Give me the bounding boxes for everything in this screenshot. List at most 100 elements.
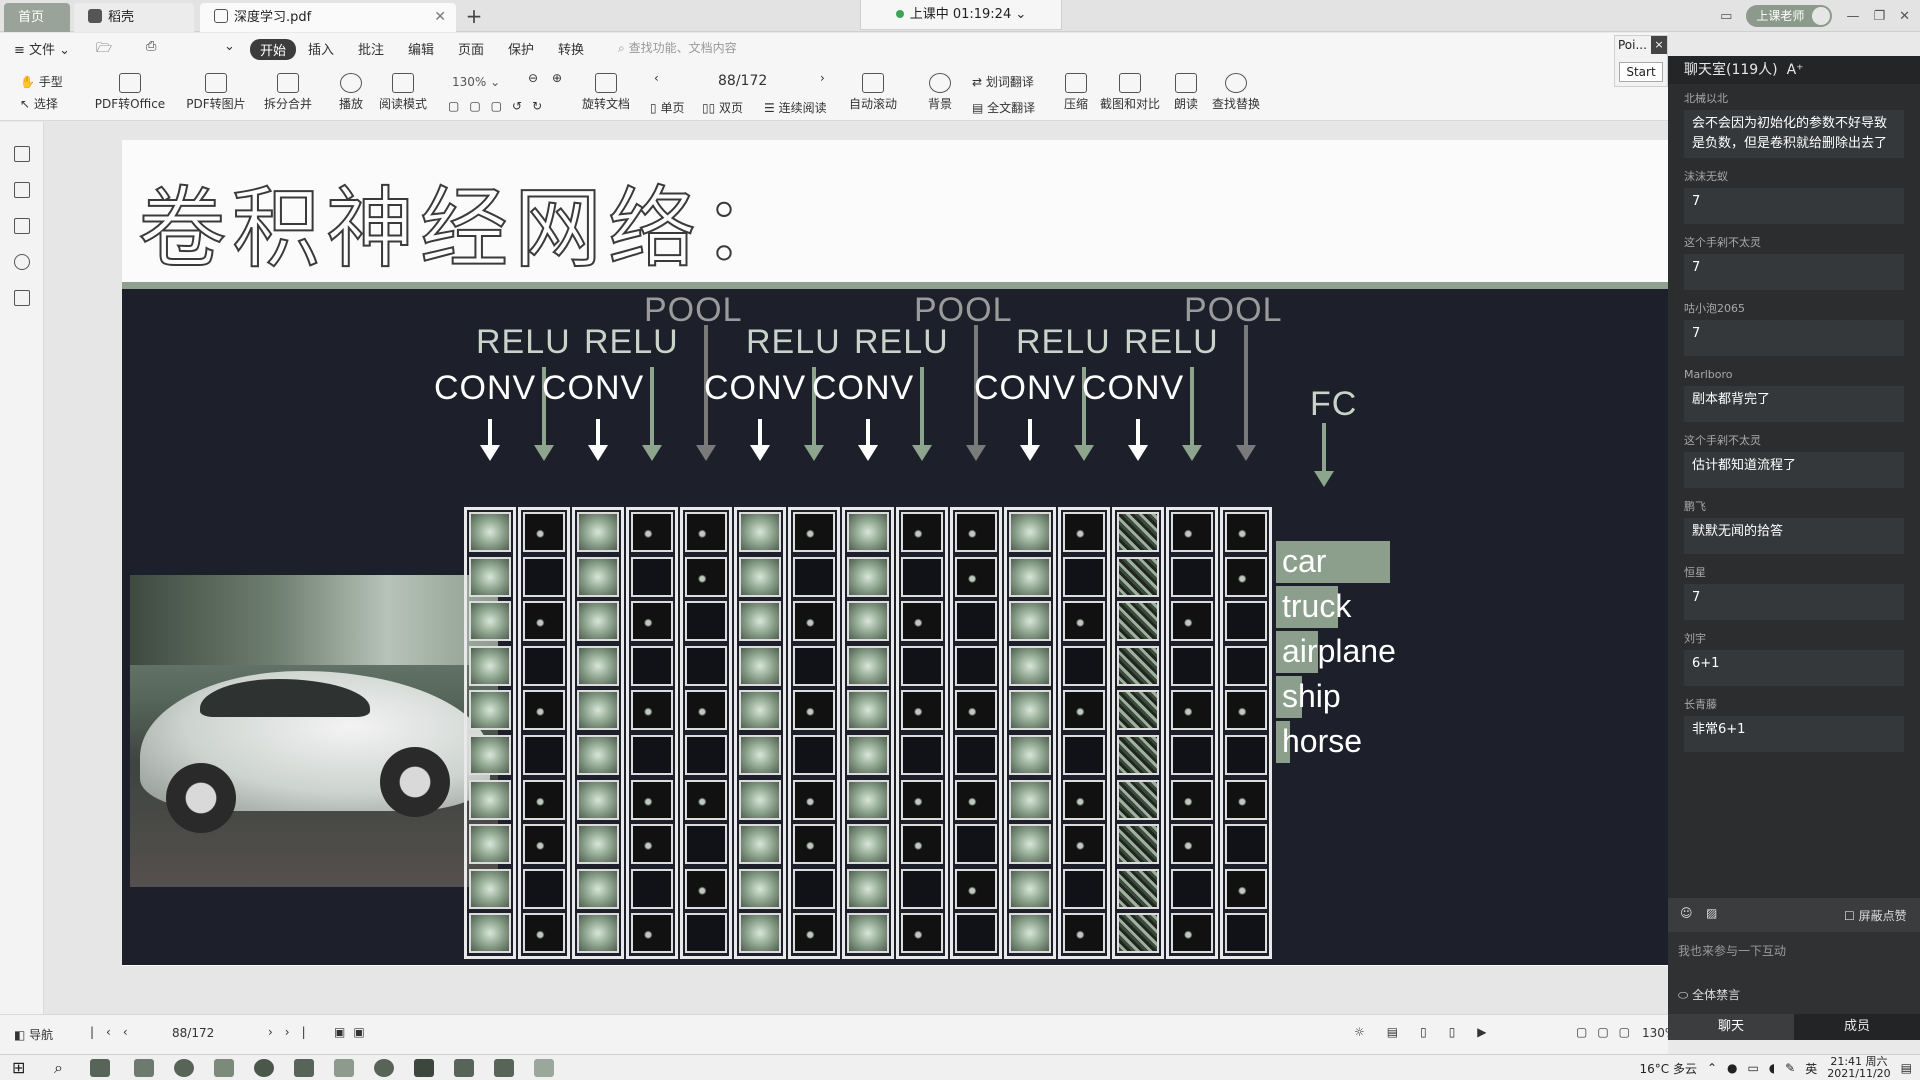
- reading-mode-button[interactable]: 阅读模式: [376, 73, 430, 112]
- wps-icon[interactable]: [414, 1059, 434, 1077]
- menu-edit[interactable]: 编辑: [408, 39, 434, 58]
- menu-start[interactable]: 开始: [250, 39, 297, 60]
- menu-annotate[interactable]: 批注: [358, 39, 384, 58]
- weather[interactable]: 16°C 多云: [1639, 1060, 1696, 1077]
- image-icon[interactable]: ▨: [1706, 906, 1717, 920]
- auto-scroll-button[interactable]: 自动滚动: [846, 73, 900, 112]
- signature-icon[interactable]: [14, 290, 30, 306]
- function-search[interactable]: ⌕ 查找功能、文档内容: [618, 39, 737, 56]
- thumbnail-icon[interactable]: [14, 182, 30, 198]
- full-translate-button[interactable]: ▤ 全文翻译: [972, 99, 1035, 116]
- fit-icons[interactable]: ▣▣: [334, 1025, 373, 1039]
- hand-tool[interactable]: ✋ 手型: [20, 73, 63, 90]
- play-button[interactable]: 播放: [336, 73, 366, 112]
- volume-icon[interactable]: ◖: [1769, 1061, 1775, 1075]
- new-tab-button[interactable]: +: [462, 4, 486, 28]
- feature-map-cell: [1063, 601, 1105, 642]
- tab-home[interactable]: 首页: [4, 3, 70, 32]
- minimize-icon[interactable]: —: [1846, 9, 1859, 24]
- read-aloud-button[interactable]: 朗读: [1170, 73, 1202, 112]
- zoom-out-icon[interactable]: ⊖: [528, 71, 538, 85]
- app-icon-3[interactable]: [174, 1059, 194, 1077]
- next-page-icon[interactable]: ›: [820, 71, 825, 85]
- continuous-read-button[interactable]: ☰ 连续阅读: [764, 99, 827, 116]
- attachment-icon[interactable]: [14, 254, 30, 270]
- app-icon-7[interactable]: [334, 1059, 354, 1077]
- poi-start-button[interactable]: Start: [1619, 62, 1663, 82]
- edge-icon[interactable]: [254, 1059, 274, 1077]
- zoom-in-icon[interactable]: ⊕: [552, 71, 562, 85]
- word-translate-button[interactable]: ⇄ 划词翻译: [972, 73, 1034, 90]
- print-icon[interactable]: ⎙: [146, 39, 156, 54]
- menu-page[interactable]: 页面: [458, 39, 484, 58]
- zoom-level[interactable]: 130% ⌄: [452, 75, 500, 89]
- double-page-label: 双页: [719, 101, 744, 115]
- app-icon-11[interactable]: [494, 1059, 514, 1077]
- file-menu[interactable]: ≡ 文件 ⌄: [14, 39, 70, 58]
- tray-chevron-icon[interactable]: ⌃: [1707, 1061, 1717, 1075]
- next-last-page-icons[interactable]: ››|: [268, 1025, 318, 1039]
- view-tools-icons[interactable]: ▢▢▢↺↻: [448, 99, 552, 113]
- shield-likes-toggle[interactable]: ☐ 屏蔽点赞: [1844, 907, 1907, 924]
- page-fit-icons[interactable]: ▢▢▢: [1576, 1025, 1640, 1039]
- font-size-button[interactable]: A⁺: [1787, 62, 1804, 78]
- network-icon[interactable]: ▭: [1748, 1061, 1759, 1075]
- mute-all-toggle[interactable]: ⬭ 全体禁言: [1678, 986, 1740, 1003]
- pdf-to-office-button[interactable]: PDF转Office: [90, 73, 170, 112]
- compress-button[interactable]: 压缩: [1060, 73, 1092, 112]
- layout-icon[interactable]: ▭: [1720, 9, 1732, 24]
- feature-map-cell: [955, 913, 997, 954]
- status-page-indicator[interactable]: 88/172: [172, 1026, 214, 1040]
- poi-close-button[interactable]: ×: [1651, 36, 1667, 54]
- app-icon-10[interactable]: [454, 1059, 474, 1077]
- emoji-icon[interactable]: ☺: [1680, 906, 1693, 920]
- tab-members[interactable]: 成员: [1794, 1014, 1920, 1040]
- menu-convert[interactable]: 转换: [558, 39, 584, 58]
- app-icon-8[interactable]: [374, 1059, 394, 1077]
- first-prev-page-icons[interactable]: |‹‹: [90, 1025, 140, 1039]
- rotate-document-button[interactable]: 旋转文档: [580, 73, 632, 112]
- navigation-toggle[interactable]: ◧ 导航: [14, 1026, 53, 1043]
- select-tool[interactable]: ↖ 选择: [20, 95, 58, 112]
- user-account[interactable]: 上课老师: [1746, 5, 1833, 27]
- prev-page-icon[interactable]: ‹: [654, 71, 659, 85]
- notification-icon[interactable]: ▤: [1901, 1061, 1912, 1075]
- restore-icon[interactable]: ❐: [1873, 9, 1885, 24]
- find-replace-button[interactable]: 查找替换: [1210, 73, 1262, 112]
- app-icon-6[interactable]: [294, 1059, 314, 1077]
- chat-message-list[interactable]: 北械以北 会不会因为初始化的参数不好导致是负数，但是卷积就给删除出去了 沫沫无蚁 7 这…: [1668, 84, 1920, 898]
- feature-map-cell: [901, 690, 943, 731]
- split-merge-button[interactable]: 拆分合并: [258, 73, 318, 112]
- ime-indicator[interactable]: 英: [1805, 1060, 1817, 1077]
- background-button[interactable]: 背景: [922, 73, 958, 112]
- clock[interactable]: 21:41 周六 2021/11/20: [1827, 1056, 1890, 1080]
- app-icon-1[interactable]: [90, 1059, 110, 1077]
- page-indicator[interactable]: 88/172: [718, 73, 767, 89]
- open-folder-icon[interactable]: 🗁: [96, 39, 112, 61]
- bookmark-icon[interactable]: [14, 146, 30, 162]
- chat-input[interactable]: 我也来参与一下互动 ⬭ 全体禁言: [1668, 932, 1920, 1014]
- close-window-icon[interactable]: ✕: [1899, 9, 1910, 24]
- double-page-button[interactable]: ▯▯ 双页: [702, 99, 743, 116]
- pen-icon[interactable]: ✎: [1785, 1061, 1795, 1075]
- app-icon-4[interactable]: [214, 1059, 234, 1077]
- more-chevron-icon[interactable]: ⌄: [224, 39, 235, 54]
- tab-daoke[interactable]: 稻壳: [74, 3, 194, 32]
- menu-insert[interactable]: 插入: [308, 39, 334, 58]
- search-icon[interactable]: ⌕: [54, 1058, 63, 1078]
- view-mode-icons[interactable]: ☼▤▯▯▶: [1354, 1025, 1509, 1039]
- class-timer[interactable]: 上课中 01:19:24 ⌄: [860, 0, 1062, 30]
- screenshot-compare-button[interactable]: 截图和对比: [1100, 73, 1160, 112]
- windows-start-icon[interactable]: ⊞: [12, 1058, 25, 1077]
- pdf-to-image-button[interactable]: PDF转图片: [184, 73, 248, 112]
- comment-icon[interactable]: [14, 218, 30, 234]
- tab-chat[interactable]: 聊天: [1668, 1014, 1794, 1040]
- mic-icon[interactable]: ●: [1727, 1061, 1737, 1075]
- tab-document[interactable]: 深度学习.pdf ✕: [200, 3, 456, 32]
- menu-protect[interactable]: 保护: [508, 39, 534, 58]
- single-page-button[interactable]: ▯ 单页: [650, 99, 684, 116]
- file-explorer-icon[interactable]: [134, 1059, 154, 1077]
- app-icon-12[interactable]: [534, 1059, 554, 1077]
- feature-map-cell: [793, 645, 835, 686]
- close-tab-icon[interactable]: ✕: [434, 3, 446, 32]
